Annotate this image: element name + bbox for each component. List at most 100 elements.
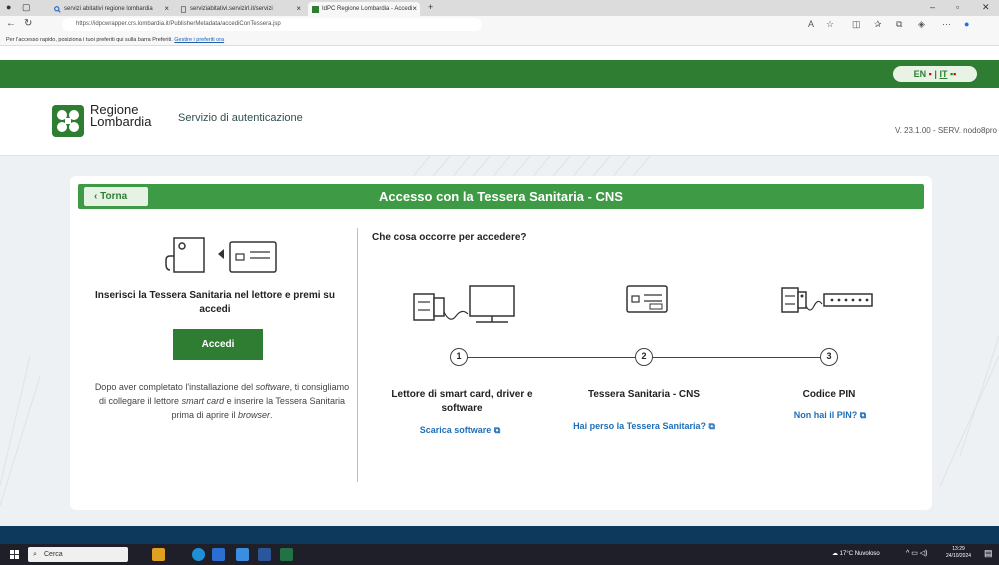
no-pin-link[interactable]: Non hai il PIN? ⧉ (770, 410, 890, 421)
lang-en[interactable]: EN (914, 69, 927, 79)
time-text: 13:29 (952, 546, 965, 552)
requirements-heading: Che cosa occorre per accedere? (372, 232, 527, 243)
outlook-icon[interactable] (212, 548, 225, 561)
insert-card-instruction: Inserisci la Tessera Sanitaria nel letto… (95, 290, 335, 315)
language-switch: EN ▪ | IT ▪▪ (893, 66, 977, 82)
note-browser: browser (238, 410, 271, 420)
taskbar-search-input[interactable]: ⌕ Cerca (28, 547, 128, 562)
health-card-icon (626, 285, 668, 313)
tab-label: servizi abitativi regione lombardia (64, 6, 153, 12)
split-screen-icon[interactable]: ◫ (852, 19, 861, 30)
tab-idpc-active[interactable]: IdPC Regione Lombardia - Accedi × (308, 2, 420, 16)
lost-health-card-link[interactable]: Hai perso la Tessera Sanitaria? ⧉ (558, 421, 730, 432)
login-card: ‹ Torna Accesso con la Tessera Sanitaria… (70, 176, 932, 510)
pin-keypad-icon (781, 287, 873, 313)
close-window-icon[interactable]: ✕ (982, 2, 990, 13)
link-text: Scarica software (419, 425, 492, 435)
windows-start-icon[interactable] (10, 550, 19, 559)
link-text: Non hai il PIN? (793, 410, 858, 420)
tab-servizirl[interactable]: serviziabitativi.servizirl.it/servizi × (176, 2, 304, 16)
regione-lombardia-logo-icon[interactable] (52, 105, 84, 137)
restore-icon[interactable]: ▫ (956, 2, 959, 12)
step-2-label: Tessera Sanitaria - CNS (587, 389, 701, 400)
favorites-icon[interactable]: ✰ (874, 19, 882, 30)
uk-flag-icon: ▪ (928, 69, 932, 79)
version-label: V. 23.1.00 - SERV. nodo8pro (894, 126, 997, 135)
url-input[interactable]: https://idpcwrapper.crs.lombardia.it/Pub… (62, 18, 482, 31)
read-aloud-icon[interactable]: A (808, 19, 814, 29)
smart-card-reader-computer-icon (413, 285, 515, 323)
italy-flag-icon: ▪▪ (949, 69, 957, 79)
step-3-badge: 3 (820, 348, 838, 366)
search-placeholder: Cerca (44, 551, 63, 558)
favorites-bar-text: Per l'accesso rapido, posiziona i tuoi p… (6, 37, 173, 43)
file-explorer-icon[interactable] (152, 548, 165, 561)
note-part: Dopo aver completato l'installazione del (94, 382, 256, 392)
note-software: software (255, 382, 290, 392)
regione-favicon-icon (312, 6, 319, 13)
step-1-label: Lettore di smart card, driver e software (391, 389, 533, 414)
link-text: Hai perso la Tessera Sanitaria? (573, 421, 706, 431)
excel-icon[interactable] (280, 548, 293, 561)
close-icon[interactable]: × (164, 2, 169, 16)
search-icon: ⌕ (33, 551, 37, 558)
accedi-button[interactable]: Accedi (173, 329, 263, 360)
back-arrow-icon[interactable]: ← (6, 18, 16, 29)
note-smart-card: smart card (181, 396, 225, 406)
card-title: Accesso con la Tessera Sanitaria - CNS (379, 189, 623, 204)
url-text: https://idpcwrapper.crs.lombardia.it/Pub… (76, 21, 281, 27)
favorite-star-icon[interactable]: ☆ (826, 19, 834, 30)
manage-favorites-link[interactable]: Gestire i preferiti ora (174, 37, 224, 43)
note-part: . (270, 410, 273, 420)
card-header: ‹ Torna Accesso con la Tessera Sanitaria… (78, 184, 924, 209)
windows-taskbar: ⌕ Cerca ☁ 17°C Nuvoloso ^ ▭ ◁) 13:29 24/… (0, 544, 999, 565)
top-green-bar: EN ▪ | IT ▪▪ (0, 60, 999, 88)
close-icon[interactable]: × (296, 2, 301, 16)
insert-card-reader-icon (165, 237, 277, 273)
refresh-icon[interactable]: ↻ (24, 18, 32, 29)
close-icon[interactable]: × (412, 2, 417, 16)
lang-it[interactable]: IT (939, 69, 947, 79)
copilot-icon[interactable]: ● (964, 19, 969, 29)
word-icon[interactable] (258, 548, 271, 561)
notifications-icon[interactable]: ▤ (984, 548, 993, 559)
external-link-icon: ⧉ (493, 425, 501, 435)
search-icon (54, 6, 61, 13)
step-2-badge: 2 (635, 348, 653, 366)
lang-separator: | (934, 69, 937, 79)
collections-icon[interactable]: ⧉ (896, 19, 902, 30)
step-1-badge: 1 (450, 348, 468, 366)
logo-line2: Lombardia (90, 114, 152, 129)
minimize-icon[interactable]: – (930, 2, 935, 12)
logo-text: Regione Lombardia (90, 103, 152, 129)
tab-actions-icon[interactable]: ▢ (22, 2, 31, 13)
tab-label: IdPC Regione Lombardia - Accedi (322, 6, 413, 12)
new-tab-button[interactable]: + (428, 2, 433, 12)
extension-icon[interactable]: ◈ (918, 19, 925, 30)
more-menu-icon[interactable]: ⋯ (942, 19, 951, 30)
profile-icon[interactable]: ● (6, 2, 11, 12)
download-software-link[interactable]: Scarica software ⧉ (390, 425, 530, 436)
tab-label: serviziabitativi.servizirl.it/servizi (190, 6, 273, 12)
teams-icon[interactable] (236, 548, 249, 561)
date-text: 24/10/2024 (946, 553, 972, 559)
clock[interactable]: 13:29 24/10/2024 (946, 546, 971, 560)
system-tray-icons[interactable]: ^ ▭ ◁) (906, 549, 928, 557)
column-divider (357, 228, 358, 482)
external-link-icon: ⧉ (708, 421, 715, 431)
external-link-icon: ⧉ (859, 410, 867, 420)
page-icon (181, 6, 186, 13)
address-toolbar: ← ↻ https://idpcwrapper.crs.lombardia.it… (0, 16, 999, 34)
step-3-label: Codice PIN (802, 389, 856, 400)
after-install-note: Dopo aver completato l'installazione del… (94, 380, 350, 422)
weather-text: 17°C Nuvoloso (839, 551, 880, 557)
footer-band (0, 526, 999, 544)
site-header: Regione Lombardia Servizio di autenticaz… (0, 88, 999, 156)
cloud-icon: ☁ (832, 551, 838, 557)
weather-widget[interactable]: ☁ 17°C Nuvoloso (832, 550, 880, 557)
tab-servizi-abitativi[interactable]: servizi abitativi regione lombardia × (50, 2, 172, 16)
browser-tab-bar: ● ▢ servizi abitativi regione lombardia … (0, 0, 999, 16)
edge-browser-icon[interactable] (192, 548, 205, 561)
service-name: Servizio di autenticazione (178, 112, 303, 124)
favorites-bar: Per l'accesso rapido, posiziona i tuoi p… (0, 34, 999, 46)
